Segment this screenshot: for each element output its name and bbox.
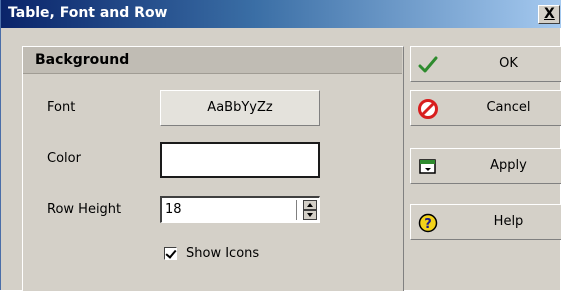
spin-up-button[interactable] bbox=[303, 200, 317, 210]
row-height-label: Row Height bbox=[47, 202, 122, 217]
color-label: Color bbox=[47, 151, 81, 166]
row-height-spinner[interactable]: 18 bbox=[160, 196, 320, 223]
panel-header: Background bbox=[23, 47, 402, 74]
dialog-window: Table, Font and Row X Background Font Aa… bbox=[0, 0, 561, 291]
apply-window-icon bbox=[419, 159, 436, 174]
cancel-button[interactable]: Cancel bbox=[410, 90, 561, 126]
row-height-input[interactable]: 18 bbox=[165, 202, 182, 217]
cancel-label: Cancel bbox=[486, 100, 531, 115]
title-bar[interactable]: Table, Font and Row X bbox=[1, 0, 561, 28]
ok-label: OK bbox=[499, 56, 518, 71]
close-button[interactable]: X bbox=[538, 5, 560, 24]
show-icons-label[interactable]: Show Icons bbox=[186, 246, 259, 261]
close-icon: X bbox=[544, 6, 555, 22]
font-label: Font bbox=[47, 100, 76, 115]
help-label: Help bbox=[493, 214, 524, 229]
ok-button[interactable]: OK bbox=[410, 46, 561, 82]
spin-down-button[interactable] bbox=[303, 210, 317, 220]
font-button[interactable]: AaBbYyZz bbox=[160, 90, 320, 126]
arrow-down-icon bbox=[307, 213, 313, 217]
svg-text:?: ? bbox=[424, 217, 432, 232]
help-button[interactable]: ? Help bbox=[410, 204, 561, 240]
no-entry-icon bbox=[418, 99, 438, 119]
spinner-divider bbox=[296, 200, 297, 220]
question-icon: ? bbox=[418, 213, 438, 233]
checkmark-icon bbox=[418, 56, 438, 73]
window-title: Table, Font and Row bbox=[8, 5, 168, 21]
panel-title: Background bbox=[35, 52, 130, 68]
apply-label: Apply bbox=[490, 158, 527, 173]
font-sample-text: AaBbYyZz bbox=[207, 100, 273, 115]
checkmark-tick-icon bbox=[165, 247, 177, 259]
apply-button[interactable]: Apply bbox=[410, 148, 561, 184]
show-icons-checkbox[interactable] bbox=[164, 247, 177, 260]
arrow-up-icon bbox=[307, 203, 313, 207]
color-swatch-button[interactable] bbox=[160, 142, 320, 178]
